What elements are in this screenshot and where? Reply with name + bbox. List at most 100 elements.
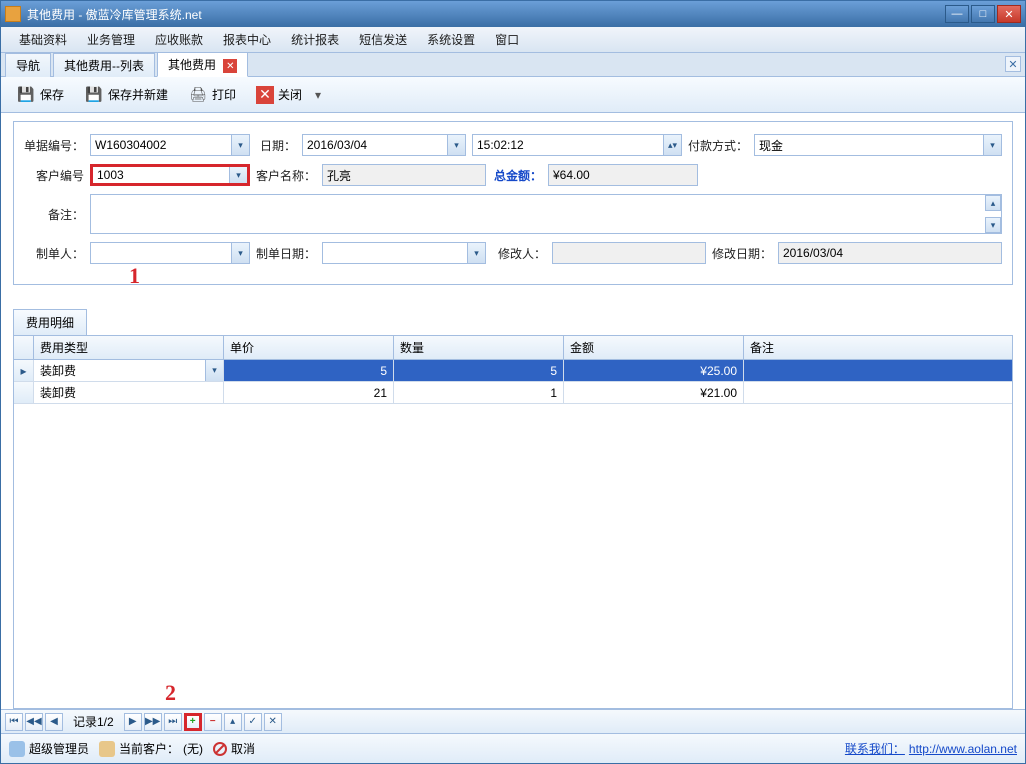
- menu-receivable[interactable]: 应收账款: [145, 27, 213, 52]
- detail-grid: 费用类型 单价 数量 金额 备注 ▸ 装卸费▾ 5 5 ¥25.00: [13, 335, 1013, 709]
- maker-input[interactable]: ▾: [90, 242, 250, 264]
- menu-basic-data[interactable]: 基础资料: [9, 27, 77, 52]
- tab-nav[interactable]: 导航: [5, 53, 51, 77]
- table-row[interactable]: 装卸费 21 1 ¥21.00: [14, 382, 1012, 404]
- date-label: 日期：: [256, 137, 296, 154]
- cell-price[interactable]: 5: [224, 360, 394, 382]
- nav-check-button[interactable]: ✓: [244, 713, 262, 731]
- nav-edit-button[interactable]: ▴: [224, 713, 242, 731]
- remark-input[interactable]: ▴ ▾: [90, 194, 1002, 234]
- cell-amount[interactable]: ¥25.00: [564, 360, 744, 382]
- window-title: 其他费用 - 傲蓝冷库管理系统.net: [27, 6, 945, 23]
- annotation-1: 1: [129, 263, 140, 289]
- cell-qty[interactable]: 1: [394, 382, 564, 404]
- print-button[interactable]: 🖨 打印: [179, 80, 245, 110]
- col-fee-type[interactable]: 费用类型: [34, 336, 224, 359]
- tab-close-icon[interactable]: ✕: [223, 59, 237, 73]
- row-indicator-icon: [14, 382, 34, 404]
- detail-tab[interactable]: 费用明细: [13, 309, 87, 335]
- cancel-icon: [213, 742, 227, 756]
- menu-report-center[interactable]: 报表中心: [213, 27, 281, 52]
- form-panel: 单据编号： W160304002▾ 日期： 2016/03/04▾ 15:02:…: [13, 121, 1013, 285]
- nav-next-page-button[interactable]: ▶▶: [144, 713, 162, 731]
- col-qty[interactable]: 数量: [394, 336, 564, 359]
- maker-label: 制单人：: [24, 245, 84, 262]
- cell-fee-type[interactable]: 装卸费: [34, 382, 224, 404]
- table-row[interactable]: ▸ 装卸费▾ 5 5 ¥25.00: [14, 360, 1012, 382]
- tab-other-fee[interactable]: 其他费用 ✕: [157, 52, 248, 78]
- modify-date-input: 2016/03/04: [778, 242, 1002, 264]
- cell-remark[interactable]: [744, 382, 1012, 404]
- tabstrip-close-button[interactable]: ✕: [1005, 56, 1021, 72]
- dropdown-icon[interactable]: ▾: [231, 243, 249, 263]
- modifier-label: 修改人：: [492, 245, 546, 262]
- menu-sms[interactable]: 短信发送: [349, 27, 417, 52]
- nav-first-button[interactable]: ⏮: [5, 713, 23, 731]
- nav-delete-button[interactable]: −: [204, 713, 222, 731]
- contact-label: 联系我们：: [845, 740, 905, 757]
- col-remark[interactable]: 备注: [744, 336, 1012, 359]
- user-icon: [9, 741, 25, 757]
- menu-stats[interactable]: 统计报表: [281, 27, 349, 52]
- pay-method-label: 付款方式：: [688, 137, 748, 154]
- nav-last-button[interactable]: ⏭: [164, 713, 182, 731]
- dropdown-icon[interactable]: ▾: [231, 135, 249, 155]
- dropdown-icon[interactable]: ▾: [229, 167, 247, 183]
- menu-settings[interactable]: 系统设置: [417, 27, 485, 52]
- dropdown-icon[interactable]: ▾: [447, 135, 465, 155]
- save-new-label: 保存并新建: [108, 86, 168, 103]
- toolbar-dropdown-icon[interactable]: ▾: [313, 88, 323, 102]
- save-new-button[interactable]: 💾 保存并新建: [75, 80, 177, 110]
- date-input[interactable]: 2016/03/04▾: [302, 134, 466, 156]
- make-date-label: 制单日期：: [256, 245, 316, 262]
- maximize-button[interactable]: □: [971, 5, 995, 23]
- dropdown-icon[interactable]: ▾: [467, 243, 485, 263]
- cell-amount[interactable]: ¥21.00: [564, 382, 744, 404]
- col-price[interactable]: 单价: [224, 336, 394, 359]
- print-icon: 🖨: [188, 85, 208, 105]
- tab-label: 其他费用--列表: [64, 59, 144, 73]
- cell-qty[interactable]: 5: [394, 360, 564, 382]
- minimize-button[interactable]: —: [945, 5, 969, 23]
- cust-no-input[interactable]: 1003▾: [90, 164, 250, 186]
- save-new-icon: 💾: [84, 85, 104, 105]
- dropdown-icon[interactable]: ▾: [205, 360, 223, 381]
- doc-no-label: 单据编号：: [24, 137, 84, 154]
- scroll-down-icon[interactable]: ▾: [985, 217, 1001, 233]
- doc-no-input[interactable]: W160304002▾: [90, 134, 250, 156]
- nav-cancel-button[interactable]: ✕: [264, 713, 282, 731]
- spinner-icon[interactable]: ▴▾: [663, 135, 681, 155]
- cust-name-label: 客户名称：: [256, 167, 316, 184]
- window-close-button[interactable]: ✕: [997, 5, 1021, 23]
- make-date-input[interactable]: ▾: [322, 242, 486, 264]
- tab-other-fee-list[interactable]: 其他费用--列表: [53, 53, 155, 77]
- record-navigator: ⏮ ◀◀ ◀ 记录1/2 ▶ ▶▶ ⏭ + − ▴ ✓ ✕ 2: [1, 709, 1025, 733]
- client-icon: [99, 741, 115, 757]
- col-amount[interactable]: 金额: [564, 336, 744, 359]
- modifier-input: [552, 242, 706, 264]
- modify-date-label: 修改日期：: [712, 245, 772, 262]
- cell-fee-type[interactable]: 装卸费▾: [34, 360, 224, 382]
- nav-add-button[interactable]: +: [184, 713, 202, 731]
- close-button[interactable]: ✕ 关闭: [247, 81, 311, 109]
- status-cancel[interactable]: 取消: [231, 740, 255, 757]
- client-label: 当前客户：: [119, 740, 179, 757]
- dropdown-icon[interactable]: ▾: [983, 135, 1001, 155]
- print-label: 打印: [212, 86, 236, 103]
- cell-remark[interactable]: [744, 360, 1012, 382]
- pay-method-input[interactable]: 现金▾: [754, 134, 1002, 156]
- contact-link[interactable]: http://www.aolan.net: [909, 742, 1017, 756]
- grid-indicator-col: [14, 336, 34, 359]
- nav-status: 记录1/2: [65, 713, 122, 730]
- nav-next-button[interactable]: ▶: [124, 713, 142, 731]
- menu-business[interactable]: 业务管理: [77, 27, 145, 52]
- cust-no-label: 客户编号: [24, 167, 84, 184]
- save-label: 保存: [40, 86, 64, 103]
- nav-prev-button[interactable]: ◀: [45, 713, 63, 731]
- scroll-up-icon[interactable]: ▴: [985, 195, 1001, 211]
- nav-prev-page-button[interactable]: ◀◀: [25, 713, 43, 731]
- time-input[interactable]: 15:02:12▴▾: [472, 134, 682, 156]
- cell-price[interactable]: 21: [224, 382, 394, 404]
- menu-window[interactable]: 窗口: [485, 27, 529, 52]
- save-button[interactable]: 💾 保存: [7, 80, 73, 110]
